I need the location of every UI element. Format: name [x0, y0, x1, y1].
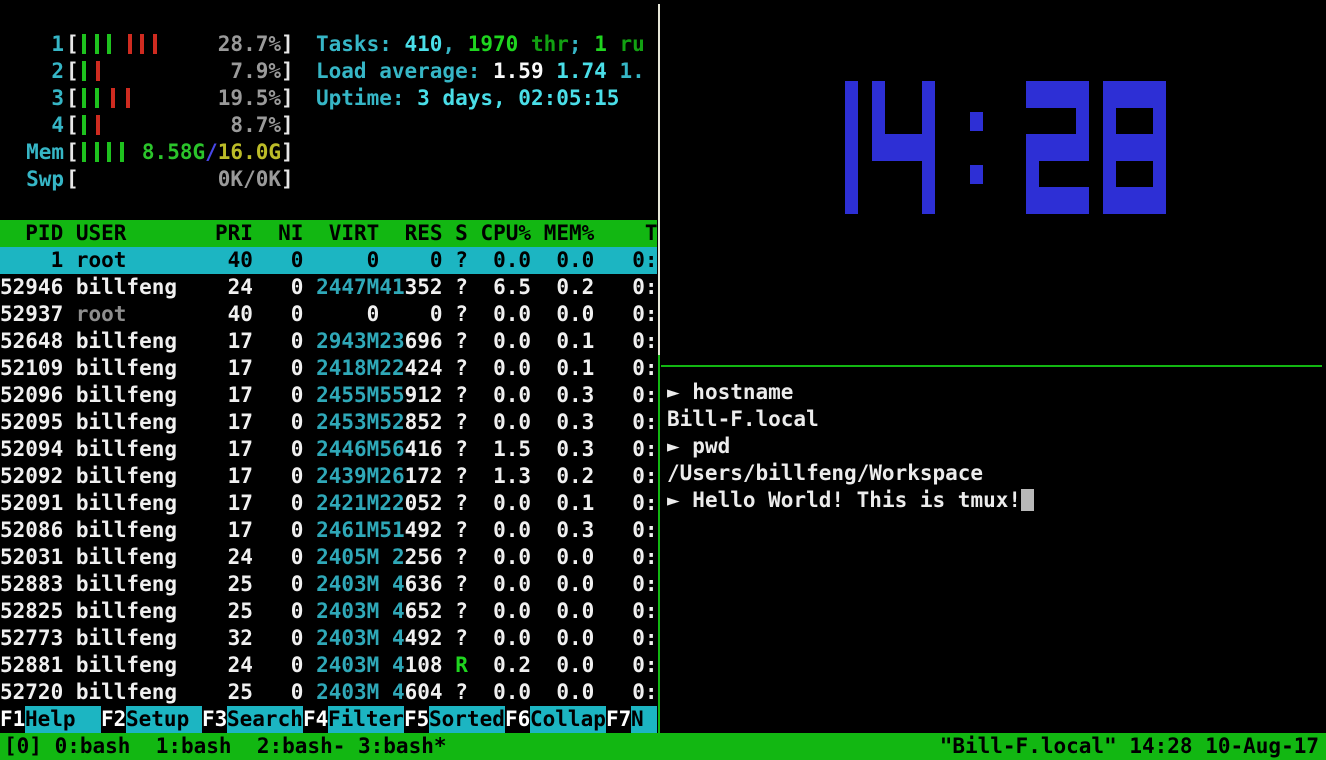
- text-cursor: [1021, 489, 1034, 511]
- tasks-line: Tasks: 410, 1970 thr; 1 ru: [316, 31, 657, 58]
- pane-border-vertical-active: [658, 355, 660, 733]
- fkey-action-label: Filter: [328, 706, 404, 733]
- pane-border-horizontal: [661, 365, 1322, 367]
- clock-digit: [795, 81, 858, 214]
- meter-label: 3: [24, 85, 64, 112]
- bracket-close-icon: ]: [281, 85, 294, 112]
- meter-value: 8.58G/16.0G: [78, 139, 281, 166]
- uptime-line: Uptime: 3 days, 02:05:15: [316, 85, 657, 112]
- fkey-action-label: Help: [25, 706, 101, 733]
- bracket-open-icon: [: [66, 112, 79, 139]
- fkey-label: F4: [303, 706, 328, 733]
- meter-label: 1: [24, 31, 64, 58]
- process-row[interactable]: 1 root 40 0 0 0 ? 0.0 0.0 0:: [0, 247, 657, 274]
- meter-label: 4: [24, 112, 64, 139]
- terminal-screen: 1[28.7%]2[7.9%]3[19.5%]4[8.7%]Mem[8.58G/…: [0, 0, 1326, 760]
- tmux-status-bar: [0] 0:bash 1:bash 2:bash- 3:bash* "Bill-…: [0, 733, 1326, 760]
- clock-colon: [949, 81, 1012, 214]
- bracket-close-icon: ]: [281, 31, 294, 58]
- bracket-open-icon: [: [66, 58, 79, 85]
- window-list[interactable]: [0] 0:bash 1:bash 2:bash- 3:bash*: [4, 733, 447, 760]
- bracket-close-icon: ]: [281, 166, 294, 193]
- process-row[interactable]: 52091 billfeng 17 0 2421M22052 ? 0.0 0.1…: [0, 490, 657, 517]
- function-key-bar[interactable]: F1HelpF2SetupF3SearchF4FilterF5SortedF6C…: [0, 706, 657, 733]
- fkey-action-label: Sorted: [429, 706, 505, 733]
- fkey-action-label: Search: [227, 706, 303, 733]
- status-host-time: "Bill-F.local" 14:28 10-Aug-17: [940, 733, 1319, 760]
- process-row[interactable]: 52094 billfeng 17 0 2446M56416 ? 1.5 0.3…: [0, 436, 657, 463]
- meter-4: 4[8.7%]: [0, 112, 657, 139]
- process-row[interactable]: 52773 billfeng 32 0 2403M 4492 ? 0.0 0.0…: [0, 625, 657, 652]
- shell-command-line: ► pwd: [667, 433, 730, 460]
- process-row[interactable]: 52648 billfeng 17 0 2943M23696 ? 0.0 0.1…: [0, 328, 657, 355]
- prompt-icon: ►: [667, 434, 692, 458]
- fkey-label: F3: [202, 706, 227, 733]
- process-row[interactable]: 52825 billfeng 25 0 2403M 4652 ? 0.0 0.0…: [0, 598, 657, 625]
- clock-digit: [872, 81, 935, 214]
- meter-label: 2: [24, 58, 64, 85]
- process-row[interactable]: 52937 root 40 0 0 0 ? 0.0 0.0 0:: [0, 301, 657, 328]
- meter-value: 19.5%: [78, 85, 281, 112]
- shell-output-line: Bill-F.local: [667, 406, 819, 433]
- clock-digit: [1026, 81, 1089, 214]
- shell-output-line: /Users/billfeng/Workspace: [667, 460, 983, 487]
- bracket-open-icon: [: [66, 139, 79, 166]
- prompt-icon: ►: [667, 488, 692, 512]
- fkey-label: F7: [606, 706, 631, 733]
- clock-colon-dot: [970, 112, 983, 131]
- fkey-label: F5: [404, 706, 429, 733]
- fkey-label: F1: [0, 706, 25, 733]
- bracket-open-icon: [: [66, 31, 79, 58]
- bracket-close-icon: ]: [281, 139, 294, 166]
- fkey-label: F6: [505, 706, 530, 733]
- process-row[interactable]: 52031 billfeng 24 0 2405M 2256 ? 0.0 0.0…: [0, 544, 657, 571]
- pane-border-vertical: [658, 4, 660, 355]
- meter-value: 8.7%: [78, 112, 281, 139]
- bracket-open-icon: [: [66, 85, 79, 112]
- process-row[interactable]: 52109 billfeng 17 0 2418M22424 ? 0.0 0.1…: [0, 355, 657, 382]
- meter-label: Mem: [24, 139, 64, 166]
- meter-mem: Mem[8.58G/16.0G]: [0, 139, 657, 166]
- table-header: PID USER PRI NI VIRT RES S CPU% MEM% T: [0, 220, 657, 247]
- process-row[interactable]: 52720 billfeng 25 0 2403M 4604 ? 0.0 0.0…: [0, 679, 657, 706]
- process-row[interactable]: 52946 billfeng 24 0 2447M41352 ? 6.5 0.2…: [0, 274, 657, 301]
- bracket-open-icon: [: [66, 166, 79, 193]
- clock-digit: [1103, 81, 1166, 214]
- fkey-action-label: Setup: [126, 706, 202, 733]
- load-average-line: Load average: 1.59 1.74 1.: [316, 58, 657, 85]
- process-row[interactable]: 52092 billfeng 17 0 2439M26172 ? 1.3 0.2…: [0, 463, 657, 490]
- process-row[interactable]: 52096 billfeng 17 0 2455M55912 ? 0.0 0.3…: [0, 382, 657, 409]
- clock-colon-dot: [970, 165, 983, 184]
- shell-command-line: ► Hello World! This is tmux!: [667, 487, 1034, 514]
- fkey-action-label: N: [631, 706, 657, 733]
- fkey-label: F2: [101, 706, 126, 733]
- meter-value: 7.9%: [78, 58, 281, 85]
- process-row[interactable]: 52095 billfeng 17 0 2453M52852 ? 0.0 0.3…: [0, 409, 657, 436]
- fkey-action-label: Collap: [530, 706, 606, 733]
- prompt-icon: ►: [667, 380, 692, 404]
- shell-command-line: ► hostname: [667, 379, 793, 406]
- process-row[interactable]: 52881 billfeng 24 0 2403M 4108 R 0.2 0.0…: [0, 652, 657, 679]
- bracket-close-icon: ]: [281, 112, 294, 139]
- bracket-close-icon: ]: [281, 58, 294, 85]
- process-row[interactable]: 52883 billfeng 25 0 2403M 4636 ? 0.0 0.0…: [0, 571, 657, 598]
- meter-swp: Swp[0K/0K]: [0, 166, 657, 193]
- meter-label: Swp: [24, 166, 64, 193]
- meter-value: 0K/0K: [78, 166, 281, 193]
- process-row[interactable]: 52086 billfeng 17 0 2461M51492 ? 0.0 0.3…: [0, 517, 657, 544]
- meter-value: 28.7%: [78, 31, 281, 58]
